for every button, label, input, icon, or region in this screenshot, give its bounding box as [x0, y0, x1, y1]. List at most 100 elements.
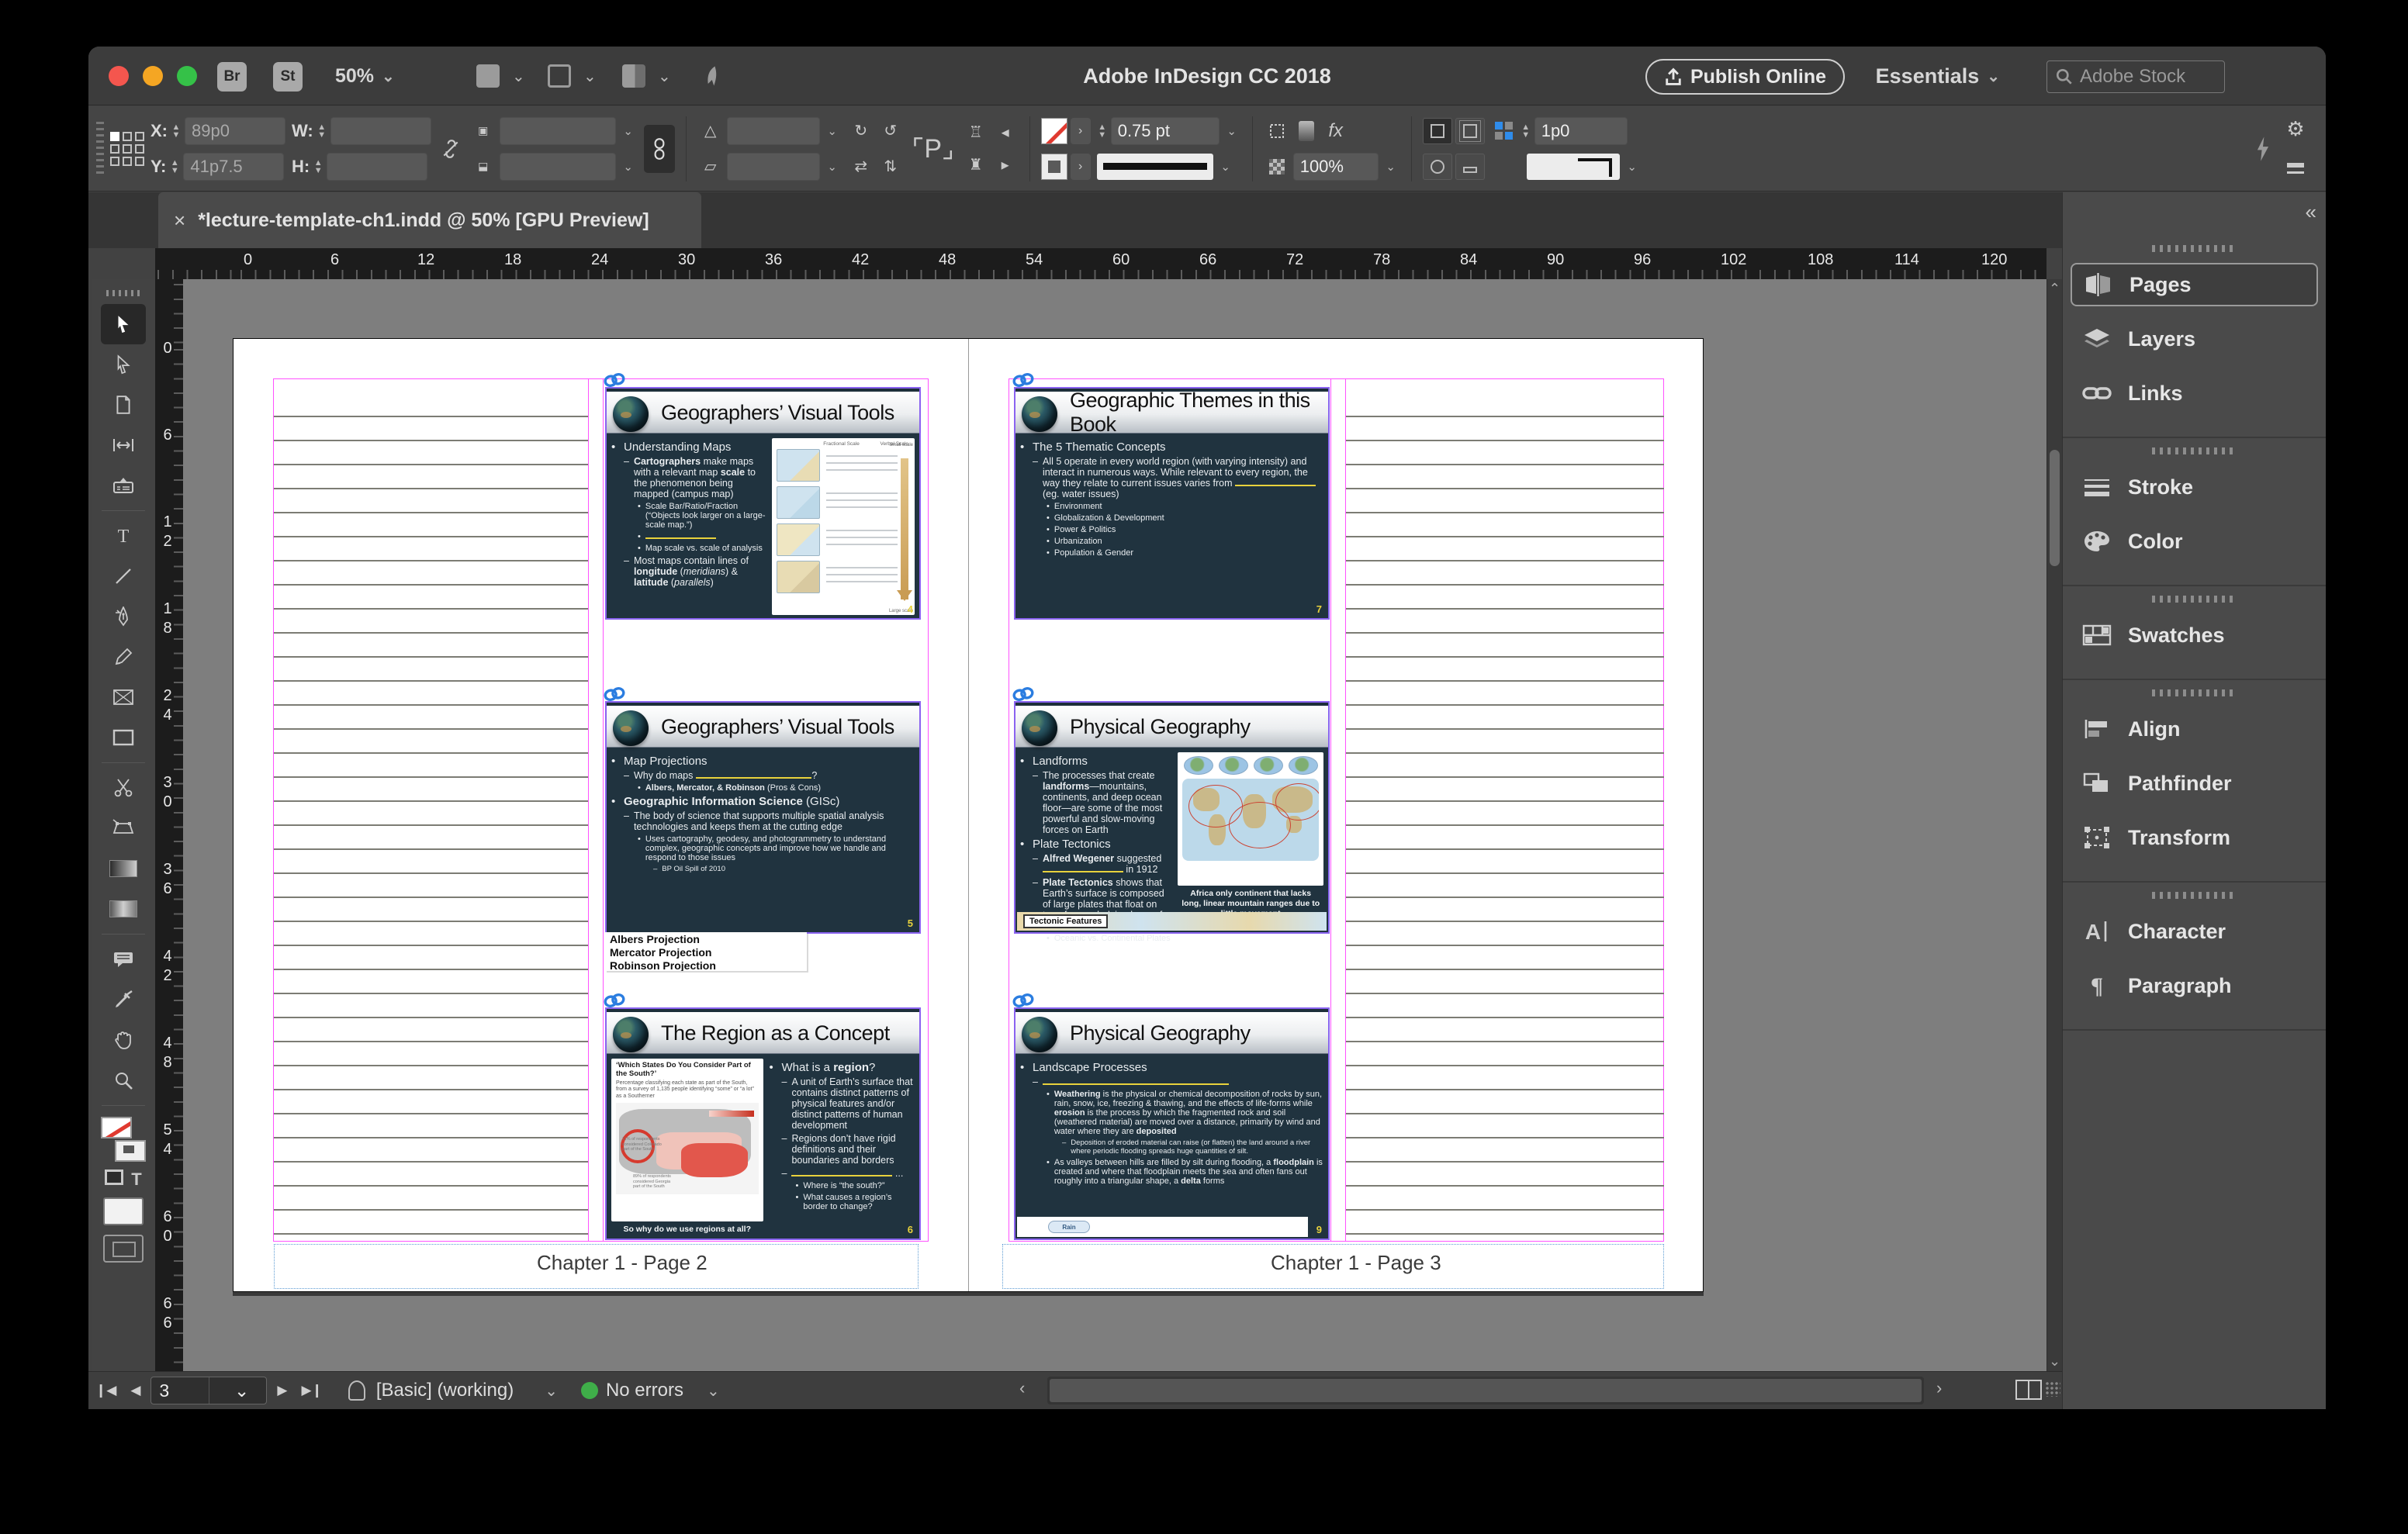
no-text-wrap-button[interactable]	[1423, 118, 1452, 144]
document-tab[interactable]: × *lecture-template-ch1.indd @ 50% [GPU …	[158, 192, 701, 248]
panel-button-pathfinder[interactable]: Pathfinder	[2071, 762, 2318, 805]
scroll-right-icon[interactable]: ›	[1936, 1378, 1942, 1398]
hand-tool[interactable]	[101, 1020, 146, 1060]
slide-frame[interactable]: Geographers’ Visual Tools •Map Projectio…	[605, 701, 921, 934]
gradient-frame-icon[interactable]	[1293, 118, 1320, 144]
chevron-down-icon[interactable]: ⌄	[707, 1381, 720, 1401]
slide-frame[interactable]: Physical Geography •Landscape Processes–…	[1014, 1007, 1330, 1240]
adobe-stock-search[interactable]: Adobe Stock	[2046, 60, 2225, 93]
reference-point-proxy[interactable]	[110, 112, 144, 186]
panel-menu-icon[interactable]	[2282, 155, 2309, 181]
collapse-panels-icon[interactable]: «	[2306, 200, 2315, 224]
selection-tool[interactable]	[101, 304, 146, 344]
last-page-button[interactable]: ▶❙	[294, 1383, 329, 1398]
panel-button-color[interactable]: Color	[2071, 520, 2318, 563]
slide-frame[interactable]: Geographers’ Visual Tools •Understanding…	[605, 387, 921, 620]
panel-button-stroke[interactable]: Stroke	[2071, 465, 2318, 509]
content-collector-tool[interactable]	[101, 465, 146, 506]
panel-button-pages[interactable]: Pages	[2071, 263, 2318, 306]
slide-frame[interactable]: Geographic Themes in this Book •The 5 Th…	[1014, 387, 1330, 620]
w-stepper[interactable]: ▲▼	[317, 123, 327, 139]
page-number-field[interactable]: 3 ⌄	[150, 1377, 267, 1404]
page-spread[interactable]: Geographers’ Visual Tools •Understanding…	[233, 338, 1704, 1292]
constrain-dimensions-icon[interactable]	[438, 136, 464, 162]
scroll-left-icon[interactable]: ‹	[1019, 1378, 1025, 1398]
select-container-button[interactable]: ⌜P⌟	[910, 122, 957, 176]
gradient-swatch-tool[interactable]	[101, 848, 146, 889]
shear-angle-field[interactable]	[727, 153, 820, 181]
stroke-proxy-swatch[interactable]	[115, 1140, 146, 1162]
arrange-documents-dropdown[interactable]: ⌄	[622, 64, 671, 88]
link-scale-button[interactable]	[644, 125, 675, 173]
chevron-down-icon[interactable]: ⌄	[1216, 160, 1235, 174]
gap-tool[interactable]	[101, 425, 146, 465]
screen-mode-button[interactable]	[103, 1235, 144, 1263]
bridge-button[interactable]: Br	[217, 62, 247, 92]
screen-mode-dropdown[interactable]: ⌄	[548, 64, 597, 88]
resize-grip[interactable]	[2045, 1381, 2060, 1397]
gradient-feather-tool[interactable]	[101, 889, 146, 929]
panel-group-grip[interactable]	[2152, 892, 2237, 899]
fill-options-arrow[interactable]: ›	[1071, 118, 1091, 144]
footer-frame-left[interactable]: Chapter 1 - Page 2	[274, 1244, 919, 1289]
minimize-window-button[interactable]	[143, 66, 163, 86]
chevron-down-icon[interactable]: ⌄	[209, 1377, 267, 1404]
rotate-cw-button[interactable]: ↻	[848, 118, 874, 144]
chevron-down-icon[interactable]: ⌄	[1223, 124, 1241, 138]
eyedropper-tool[interactable]	[101, 979, 146, 1020]
panel-group-grip[interactable]	[2152, 596, 2237, 603]
free-transform-tool[interactable]	[101, 808, 146, 848]
panel-button-swatches[interactable]: Swatches	[2071, 613, 2318, 657]
panel-button-transform[interactable]: Transform	[2071, 816, 2318, 859]
line-tool[interactable]	[101, 556, 146, 596]
chevron-down-icon[interactable]: ⌄	[823, 160, 842, 174]
panel-button-paragraph[interactable]: ¶Paragraph	[2071, 964, 2318, 1007]
flip-horizontal-button[interactable]: ⇄	[848, 154, 874, 180]
scale-x-field[interactable]	[500, 117, 616, 145]
scale-y-field[interactable]	[500, 153, 616, 181]
corner-options-icon[interactable]	[1264, 118, 1290, 144]
x-stepper[interactable]: ▲▼	[171, 123, 182, 139]
stroke-type-dropdown[interactable]	[1097, 154, 1213, 180]
scroll-up-icon[interactable]: ⌃	[2049, 281, 2060, 297]
chevron-down-icon[interactable]: ⌄	[1382, 160, 1400, 174]
preflight-icon[interactable]	[348, 1380, 365, 1401]
rectangle-tool[interactable]	[101, 717, 146, 758]
fill-stroke-proxy[interactable]	[101, 1117, 146, 1162]
select-content-down-button[interactable]: ♜	[963, 152, 989, 178]
chevron-down-icon[interactable]: ⌄	[619, 160, 638, 174]
slide-frame[interactable]: The Region as a Concept ‘Which States Do…	[605, 1007, 921, 1240]
document-canvas[interactable]: Geographers’ Visual Tools •Understanding…	[183, 279, 2046, 1371]
flip-vertical-button[interactable]: ⇅	[877, 154, 904, 180]
page-tool[interactable]	[101, 385, 146, 425]
stroke-options-arrow[interactable]: ›	[1071, 154, 1091, 180]
next-page-button[interactable]: ▶	[270, 1383, 294, 1398]
panel-group-grip[interactable]	[2152, 689, 2237, 696]
rotate-ccw-button[interactable]: ↺	[877, 118, 904, 144]
spread-view-icon[interactable]	[2015, 1380, 2042, 1400]
first-page-button[interactable]: ❙◀	[88, 1383, 123, 1398]
gpu-performance-icon[interactable]	[701, 64, 725, 88]
zoom-tool[interactable]	[101, 1060, 146, 1100]
stroke-weight-field[interactable]: 0.75 pt	[1111, 117, 1220, 145]
jump-object-button[interactable]	[1455, 154, 1485, 180]
frame-tool[interactable]	[101, 677, 146, 717]
y-field[interactable]: 41p7.5	[183, 153, 284, 181]
workspace-switcher[interactable]: Essentials⌄	[1876, 47, 2000, 105]
h-stepper[interactable]: ▲▼	[313, 159, 323, 174]
chevron-down-icon[interactable]: ⌄	[619, 124, 638, 138]
effects-fx-button[interactable]: fx	[1323, 118, 1349, 144]
close-window-button[interactable]	[109, 66, 129, 86]
preflight-profile[interactable]: [Basic] (working)	[376, 1380, 514, 1401]
direct-selection-tool[interactable]	[101, 344, 146, 385]
horizontal-ruler[interactable]: 0612182430364248546066727884909610210811…	[155, 248, 2046, 279]
fill-proxy-swatch-none[interactable]	[101, 1117, 132, 1138]
panel-button-layers[interactable]: Layers	[2071, 317, 2318, 361]
pen-tool[interactable]	[101, 596, 146, 637]
scissors-tool[interactable]	[101, 768, 146, 808]
corner-shape-dropdown[interactable]	[1527, 154, 1620, 180]
chevron-down-icon[interactable]: ⌄	[1623, 160, 1642, 174]
panel-button-character[interactable]: ACharacter	[2071, 910, 2318, 953]
stroke-swatch[interactable]	[1041, 154, 1067, 180]
apply-color-button[interactable]	[103, 1197, 144, 1225]
